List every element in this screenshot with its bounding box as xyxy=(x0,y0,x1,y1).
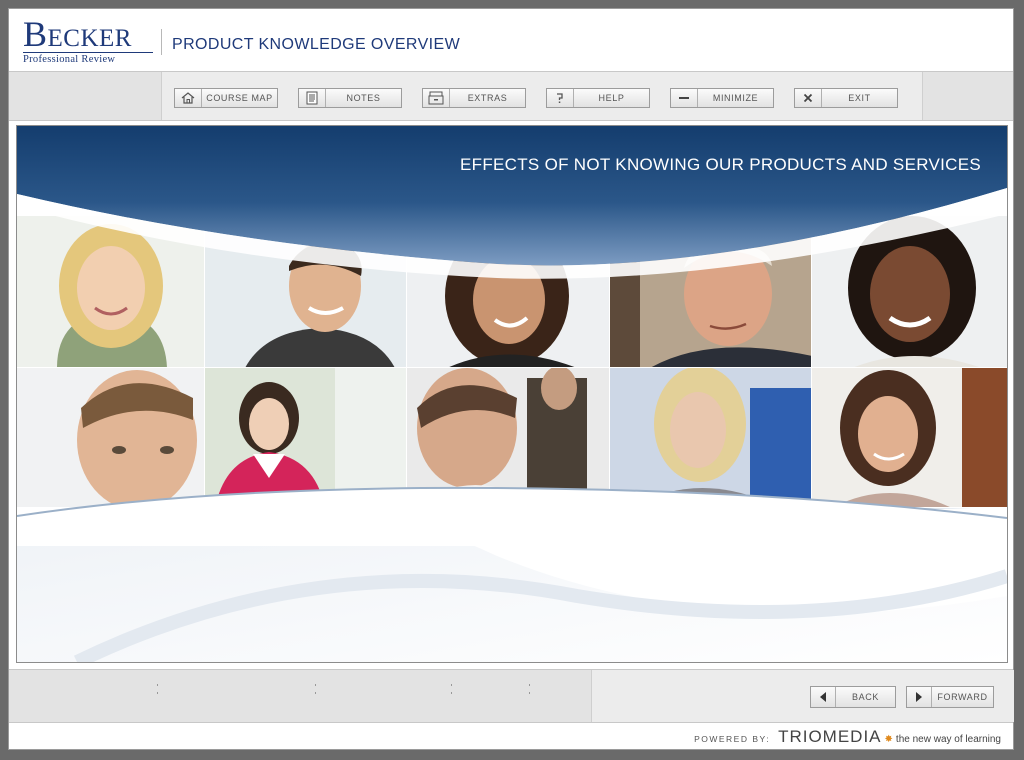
help-button[interactable]: HELP xyxy=(546,88,650,108)
document-icon xyxy=(299,89,326,107)
separator-dot xyxy=(529,684,530,686)
question-mark-icon xyxy=(547,89,574,107)
separator-dot xyxy=(529,692,530,694)
course-map-button[interactable]: COURSE MAP xyxy=(174,88,278,108)
notes-label: NOTES xyxy=(346,93,381,103)
logo-main-text: Becker xyxy=(23,14,132,54)
course-map-label: COURSE MAP xyxy=(206,93,273,103)
separator-dot xyxy=(157,692,158,694)
arrow-left-icon xyxy=(811,687,836,707)
arrow-right-icon xyxy=(907,687,932,707)
separator-dot xyxy=(315,692,316,694)
toolbar: COURSE MAP NOTES EXTRAS HELP MINIMIZE EX… xyxy=(9,71,1013,121)
minimize-icon xyxy=(671,89,698,107)
help-label: HELP xyxy=(598,93,625,103)
forward-button[interactable]: FORWARD xyxy=(906,686,994,708)
file-cabinet-icon xyxy=(423,89,450,107)
slide-content: EFFECTS OF NOT KNOWING OUR PRODUCTS AND … xyxy=(16,125,1008,663)
app-window: Becker Professional Review PRODUCT KNOWL… xyxy=(8,8,1014,750)
notes-button[interactable]: NOTES xyxy=(298,88,402,108)
tagline: the new way of learning xyxy=(895,734,1001,745)
minimize-button[interactable]: MINIMIZE xyxy=(670,88,774,108)
star-icon: ✸ xyxy=(884,734,893,745)
navigation-panel: BACK FORWARD xyxy=(591,670,1014,722)
lower-arc xyxy=(17,486,1007,546)
extras-label: EXTRAS xyxy=(467,93,508,103)
back-button[interactable]: BACK xyxy=(810,686,896,708)
powered-by-label: POWERED BY: xyxy=(694,734,771,744)
title-banner xyxy=(17,126,1007,279)
exit-button[interactable]: EXIT xyxy=(794,88,898,108)
course-title: PRODUCT KNOWLEDGE OVERVIEW xyxy=(172,36,461,53)
powered-by-footer: POWERED BY: TRIOMEDIA ✸ the new way of l… xyxy=(694,727,1001,747)
forward-label: FORWARD xyxy=(937,692,988,702)
slide-title: EFFECTS OF NOT KNOWING OUR PRODUCTS AND … xyxy=(460,155,981,174)
exit-label: EXIT xyxy=(848,93,871,103)
toolbar-button-group: COURSE MAP NOTES EXTRAS HELP MINIMIZE EX… xyxy=(161,72,923,120)
triomedia-logo: TRIOMEDIA xyxy=(778,727,882,746)
close-icon xyxy=(795,89,822,107)
separator-dot xyxy=(157,684,158,686)
footer-bar: BACK FORWARD xyxy=(9,669,1014,723)
separator-dot xyxy=(451,692,452,694)
header: Becker Professional Review PRODUCT KNOWL… xyxy=(9,9,1013,71)
extras-button[interactable]: EXTRAS xyxy=(422,88,526,108)
header-divider xyxy=(161,29,162,55)
separator-dot xyxy=(451,684,452,686)
home-icon xyxy=(175,89,202,107)
separator-dot xyxy=(315,684,316,686)
back-label: BACK xyxy=(852,692,879,702)
becker-logo: Becker Professional Review xyxy=(23,14,153,65)
minimize-label: MINIMIZE xyxy=(712,93,759,103)
logo-sub-text: Professional Review xyxy=(23,52,153,65)
